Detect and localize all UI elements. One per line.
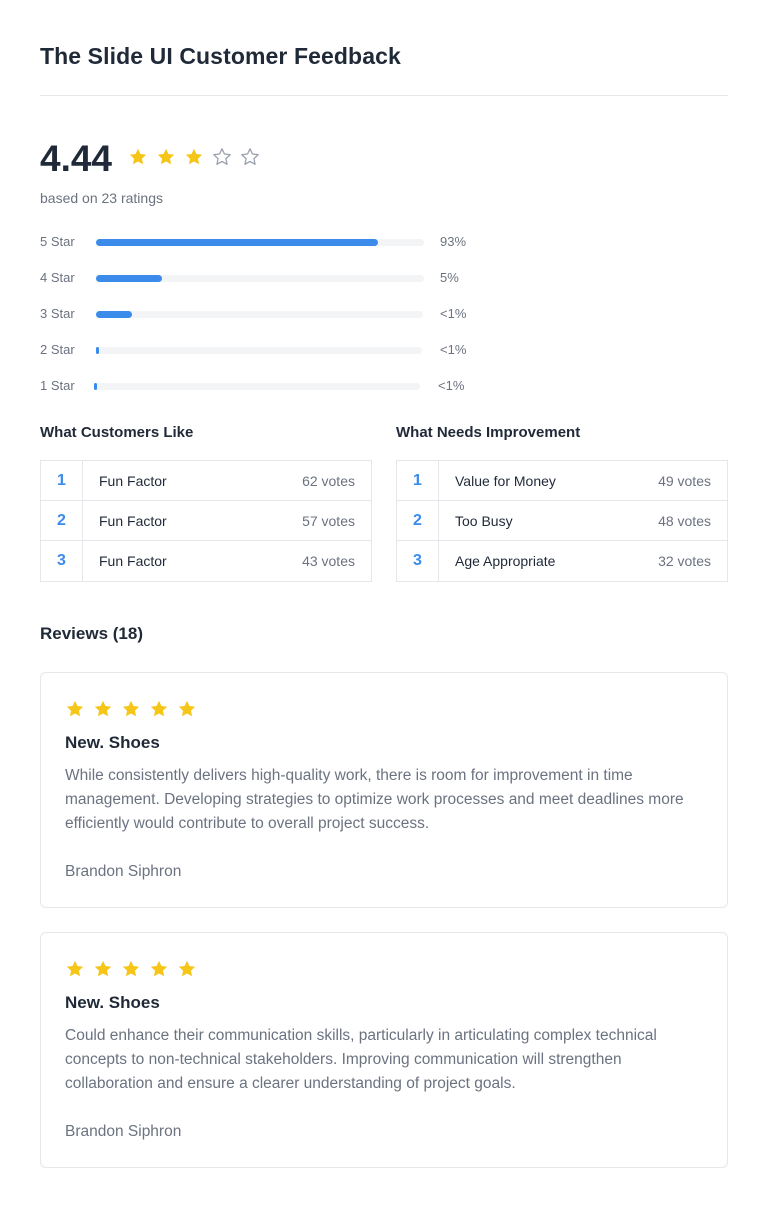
likes-heading: What Customers Like xyxy=(40,424,194,441)
star-outline-icon xyxy=(213,148,231,165)
feature-name: Value for Money xyxy=(455,472,556,489)
table-row[interactable]: 3 Fun Factor 43 votes xyxy=(41,541,371,581)
star-filled-icon xyxy=(178,700,196,717)
distribution-percent: 93% xyxy=(440,234,467,249)
vote-count: 57 votes xyxy=(302,512,355,529)
star-filled-icon xyxy=(157,148,175,165)
distribution-fill xyxy=(96,239,379,246)
distribution-label: 3 Star xyxy=(40,306,75,321)
star-filled-icon xyxy=(66,960,84,977)
improvements-table: 1 Value for Money 49 votes 2 Too Busy 48… xyxy=(396,460,728,582)
distribution-track xyxy=(96,239,424,246)
star-filled-icon xyxy=(150,700,168,717)
distribution-percent: <1% xyxy=(438,378,465,393)
distribution-row-2: 2 Star <1% xyxy=(40,340,500,360)
distribution-percent: <1% xyxy=(440,342,467,357)
table-row[interactable]: 1 Value for Money 49 votes xyxy=(397,461,727,501)
title-divider xyxy=(40,95,728,96)
review-body: While consistently delivers high-quality… xyxy=(65,767,684,832)
star-filled-icon xyxy=(66,700,84,717)
distribution-track xyxy=(96,275,424,282)
feature-name: Age Appropriate xyxy=(455,553,556,569)
rank-number: 1 xyxy=(41,461,83,500)
star-filled-icon xyxy=(185,148,203,165)
distribution-track xyxy=(96,347,422,354)
star-filled-icon xyxy=(122,700,140,717)
distribution-label: 5 Star xyxy=(40,234,75,249)
review-author: Brandon Siphron xyxy=(65,863,182,880)
distribution-fill xyxy=(96,347,100,354)
rank-number: 3 xyxy=(397,541,439,581)
distribution-fill xyxy=(96,311,132,318)
distribution-label: 2 Star xyxy=(40,342,75,357)
review-card: New. Shoes Could enhance their communica… xyxy=(40,932,728,1168)
ratings-count: based on 23 ratings xyxy=(40,190,163,206)
page-title: The Slide UI Customer Feedback xyxy=(40,43,401,69)
review-title: New. Shoes xyxy=(65,733,160,752)
review-card: New. Shoes While consistently delivers h… xyxy=(40,672,728,908)
vote-count: 62 votes xyxy=(302,472,355,489)
distribution-label: 1 Star xyxy=(40,378,75,393)
review-stars xyxy=(65,699,197,719)
table-row[interactable]: 1 Fun Factor 62 votes xyxy=(41,461,371,501)
vote-count: 49 votes xyxy=(658,472,711,489)
likes-table: 1 Fun Factor 62 votes 2 Fun Factor 57 vo… xyxy=(40,460,372,582)
review-title: New. Shoes xyxy=(65,993,160,1012)
table-row[interactable]: 2 Too Busy 48 votes xyxy=(397,501,727,541)
distribution-row-4: 4 Star 5% xyxy=(40,268,500,288)
average-rating-stars xyxy=(128,147,260,167)
distribution-percent: <1% xyxy=(440,306,467,321)
improvements-heading: What Needs Improvement xyxy=(396,424,581,441)
distribution-fill xyxy=(96,275,162,282)
rank-number: 2 xyxy=(397,501,439,540)
review-author: Brandon Siphron xyxy=(65,1123,182,1140)
review-stars xyxy=(65,959,197,979)
feature-name: Too Busy xyxy=(455,512,513,529)
vote-count: 43 votes xyxy=(302,553,355,569)
feature-name: Fun Factor xyxy=(99,512,167,529)
star-filled-icon xyxy=(94,700,112,717)
feature-name: Fun Factor xyxy=(99,553,167,569)
distribution-track xyxy=(96,311,423,318)
star-filled-icon xyxy=(122,960,140,977)
reviews-heading: Reviews (18) xyxy=(40,624,143,643)
review-body: Could enhance their communication skills… xyxy=(65,1027,657,1092)
star-filled-icon xyxy=(129,148,147,165)
distribution-row-1: 1 Star <1% xyxy=(40,376,500,396)
distribution-percent: 5% xyxy=(440,270,459,285)
average-rating: 4.44 xyxy=(40,138,113,179)
rank-number: 2 xyxy=(41,501,83,540)
distribution-track xyxy=(94,383,420,390)
table-row[interactable]: 2 Fun Factor 57 votes xyxy=(41,501,371,541)
star-outline-icon xyxy=(241,148,259,165)
vote-count: 32 votes xyxy=(658,553,711,569)
table-row[interactable]: 3 Age Appropriate 32 votes xyxy=(397,541,727,581)
distribution-row-3: 3 Star <1% xyxy=(40,304,500,324)
distribution-label: 4 Star xyxy=(40,270,75,285)
distribution-fill xyxy=(94,383,98,390)
rank-number: 3 xyxy=(41,541,83,581)
star-filled-icon xyxy=(178,960,196,977)
distribution-row-5: 5 Star 93% xyxy=(40,232,500,252)
vote-count: 48 votes xyxy=(658,512,711,529)
feature-name: Fun Factor xyxy=(99,472,167,489)
rank-number: 1 xyxy=(397,461,439,500)
star-filled-icon xyxy=(150,960,168,977)
star-filled-icon xyxy=(94,960,112,977)
